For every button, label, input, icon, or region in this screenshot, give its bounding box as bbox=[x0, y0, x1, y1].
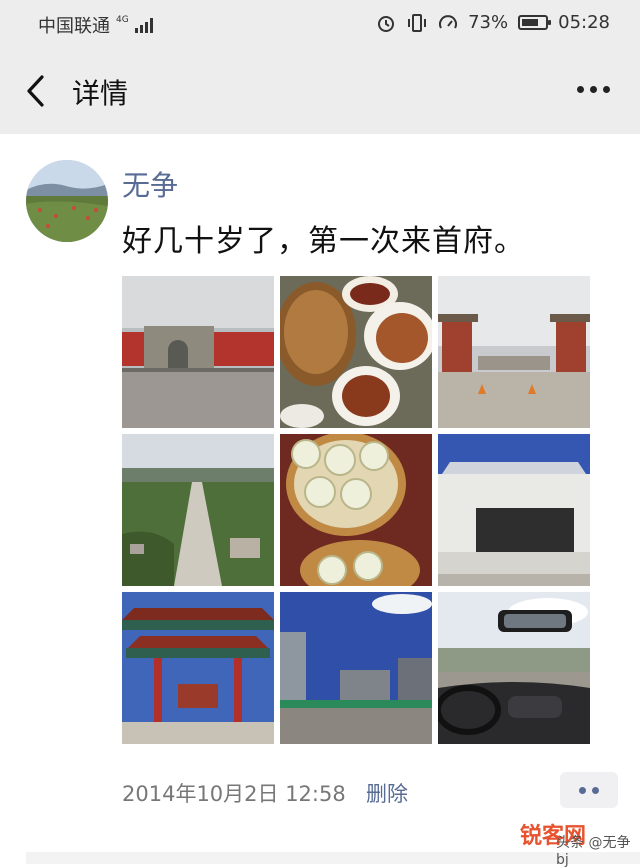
chevron-left-icon[interactable] bbox=[22, 74, 52, 108]
author-name[interactable]: 无争 bbox=[122, 164, 178, 204]
photo-car-interior[interactable] bbox=[438, 592, 590, 744]
photo-aerial-avenue[interactable] bbox=[122, 434, 274, 586]
alarm-icon bbox=[378, 15, 395, 32]
page-title: 详情 bbox=[72, 77, 129, 110]
nav-bar: 详情 bbox=[0, 48, 640, 134]
photo-shaomai[interactable] bbox=[280, 434, 432, 586]
comment-area-divider bbox=[26, 852, 640, 864]
delete-link[interactable]: 删除 bbox=[366, 778, 408, 808]
carrier-label: 中国联通 bbox=[38, 16, 110, 37]
battery-icon bbox=[518, 15, 552, 30]
photo-noodles[interactable] bbox=[280, 276, 432, 428]
post-text: 好几十岁了，第一次来首府。 bbox=[122, 224, 525, 259]
speed-icon bbox=[439, 14, 458, 28]
clock: 05:28 bbox=[558, 12, 610, 33]
photo-stone-gate[interactable] bbox=[438, 434, 590, 586]
vibrate-icon bbox=[408, 13, 427, 32]
signal-icon bbox=[134, 17, 153, 33]
battery-percent: 73% bbox=[468, 12, 509, 33]
comment-like-button[interactable] bbox=[560, 772, 618, 808]
watermark-author: 头条 @无争bj bbox=[556, 835, 631, 868]
photo-pailou-archway[interactable] bbox=[122, 592, 274, 744]
post-timestamp: 2014年10月2日 12:58 bbox=[122, 782, 346, 806]
more-icon[interactable] bbox=[577, 86, 610, 93]
network-type: 4G bbox=[116, 14, 129, 25]
photo-city-wall[interactable] bbox=[122, 276, 274, 428]
photo-gate-square[interactable] bbox=[438, 276, 590, 428]
photo-plaza[interactable] bbox=[280, 592, 432, 744]
avatar[interactable] bbox=[26, 160, 108, 242]
status-bar: 中国联通 4G 73% 05:28 bbox=[0, 0, 640, 48]
